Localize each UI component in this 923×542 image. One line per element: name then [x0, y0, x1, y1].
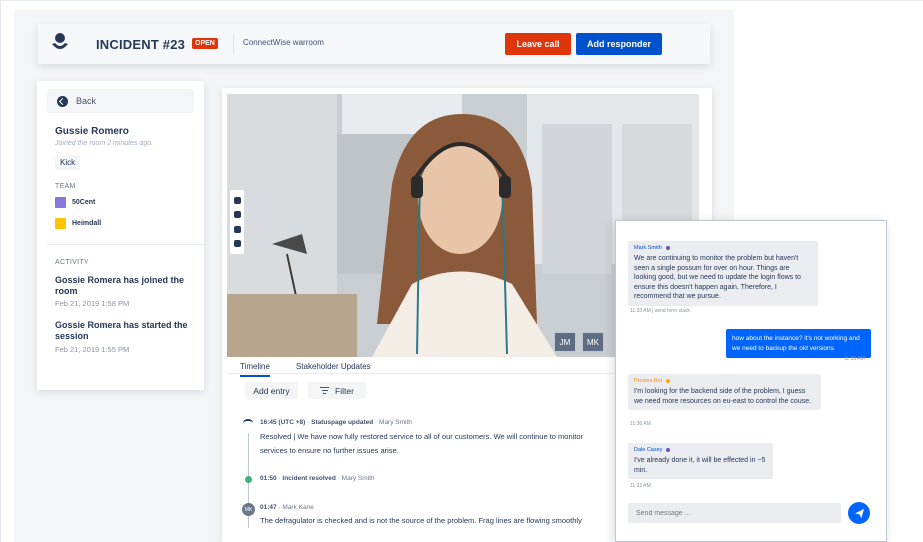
team-heading: TEAM	[55, 183, 76, 190]
chat-message-mine: how about the instance? it's not working…	[726, 329, 871, 358]
message-sender: Proxies Bot	[634, 378, 815, 384]
record-icon[interactable]	[233, 225, 241, 233]
chat-message: Dale Casey I've already done it, it will…	[628, 443, 773, 479]
send-button[interactable]	[848, 502, 870, 524]
leave-call-button[interactable]: Leave call	[505, 33, 571, 55]
participant-chip[interactable]: MK	[582, 332, 604, 352]
sidebar-divider	[47, 244, 204, 245]
team-item[interactable]: Heimdall	[55, 218, 101, 229]
arrow-left-icon	[57, 95, 68, 107]
kick-button[interactable]: Kick	[55, 155, 81, 170]
participant-name: Gussie Romero	[55, 126, 129, 137]
incident-title: INCIDENT #23	[96, 37, 186, 52]
timeline-tabs: Timeline Stakeholder Updates	[240, 358, 397, 377]
activity-heading: ACTIVITY	[55, 259, 89, 266]
mic-icon[interactable]	[233, 196, 241, 204]
filter-label: Filter	[335, 385, 354, 396]
message-text: I'm looking for the backend side of the …	[634, 388, 812, 405]
status-badge: OPEN	[192, 38, 218, 49]
entry-text: Resolved | We have now fully restored se…	[260, 432, 584, 441]
entry-text: services to ensure no further issues ari…	[260, 446, 399, 455]
message-meta: 11:33 AM	[844, 356, 865, 362]
back-label: Back	[76, 96, 97, 106]
entry-time: 16:45 (UTC +8)	[260, 419, 306, 426]
message-sender: Mark Smith	[634, 245, 812, 251]
activity-title: Gossie Romera has started the session	[55, 320, 188, 341]
timeline-entry-meta: 16:45 (UTC +8) · Statuspage updated · Ma…	[260, 419, 412, 426]
share-icon[interactable]	[233, 240, 241, 248]
paper-plane-icon	[854, 508, 864, 518]
message-sender: Dale Casey	[634, 447, 767, 453]
participant-chip[interactable]: JM	[554, 332, 576, 352]
entry-event: Incident resolved	[282, 475, 336, 482]
entry-text: The defragulator is checked and is not t…	[260, 516, 582, 525]
entry-author: Mary Smith	[341, 475, 375, 482]
entry-author: Mary Smith	[379, 419, 412, 426]
resolved-dot-icon	[245, 476, 252, 483]
message-text: I've already done it, it will be effecte…	[634, 457, 766, 474]
activity-time: Feb 21, 2019 1:58 PM	[55, 299, 130, 308]
statuspage-icon	[243, 419, 253, 427]
participant-joined-text: Joined the room 2 minutes ago.	[55, 140, 154, 147]
message-text: We are continuing to monitor the problem…	[634, 255, 801, 300]
entry-time: 01:47	[260, 504, 277, 511]
entry-author: Mark Kane	[282, 504, 314, 511]
entry-time: 01:50	[260, 475, 277, 482]
message-meta: 11:36 AM	[630, 421, 651, 427]
participant-sidebar: Back Gussie Romero Joined the room 2 min…	[37, 81, 204, 390]
back-button[interactable]: Back	[47, 89, 194, 113]
incident-header: INCIDENT #23 OPEN ConnectWise warroom Le…	[38, 24, 710, 64]
team-item[interactable]: 50Cent	[55, 197, 95, 208]
header-divider	[233, 34, 234, 54]
team-color-swatch	[55, 197, 66, 208]
entry-event: Statuspage updated	[311, 419, 374, 426]
filter-button[interactable]: Filter	[308, 382, 366, 399]
team-name: 50Cent	[72, 199, 96, 206]
chat-panel: Mark Smith We are continuing to monitor …	[615, 220, 887, 542]
chat-message: Proxies Bot I'm looking for the backend …	[628, 374, 821, 410]
activity-time: Feb 21, 2019 1:55 PM	[55, 345, 130, 354]
add-responder-button[interactable]: Add responder	[576, 33, 662, 55]
filter-icon	[320, 387, 330, 394]
camera-icon[interactable]	[233, 211, 241, 219]
warroom-name: ConnectWise warroom	[243, 38, 324, 47]
message-meta: 11:33 AM	[630, 483, 651, 489]
team-name: Heimdall	[72, 220, 102, 227]
tab-timeline[interactable]: Timeline	[240, 358, 270, 377]
chat-message: Mark Smith We are continuing to monitor …	[628, 241, 818, 306]
team-color-swatch	[55, 218, 66, 229]
avatar: MK	[242, 503, 255, 516]
timeline-entry-meta: 01:47 · Mark Kane	[260, 504, 314, 511]
add-entry-button[interactable]: Add entry	[245, 382, 298, 399]
opsgenie-logo-icon	[52, 33, 68, 49]
timeline-entry-meta: 01:50 · Incident resolved · Mary Smith	[260, 475, 375, 482]
message-input[interactable]	[628, 503, 841, 523]
video-controls	[230, 190, 244, 254]
tab-stakeholder-updates[interactable]: Stakeholder Updates	[296, 358, 371, 377]
message-meta: 11:33 AM | send form slack	[630, 308, 690, 314]
activity-title: Gossie Romera has joined the room	[55, 275, 185, 296]
